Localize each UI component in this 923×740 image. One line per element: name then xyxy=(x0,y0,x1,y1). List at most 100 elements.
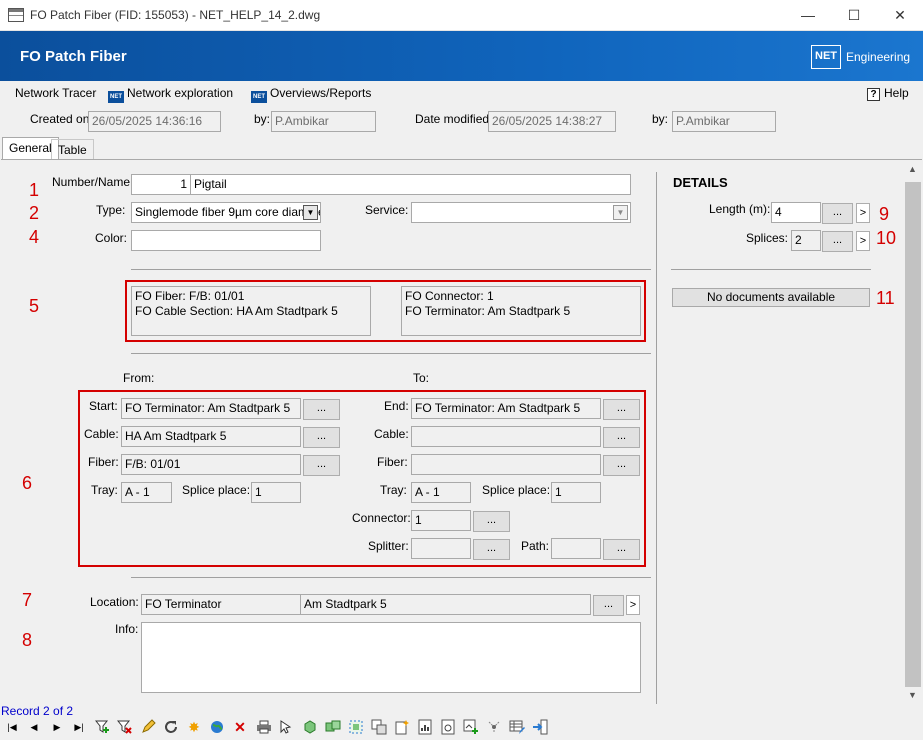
length-arrow-button[interactable]: > xyxy=(856,203,870,223)
from-fiber-field[interactable]: F/B: 01/01 xyxy=(121,454,301,475)
separator xyxy=(131,577,651,578)
copy-icon[interactable] xyxy=(371,719,387,735)
from-fiber-browse-button[interactable]: ... xyxy=(303,455,340,476)
table-edit-icon[interactable] xyxy=(509,719,525,735)
splices-browse-button[interactable]: ... xyxy=(822,231,853,252)
to-tray-label: Tray: xyxy=(380,483,407,497)
connector-field[interactable]: 1 xyxy=(411,510,471,531)
help-icon: ? xyxy=(867,88,880,101)
name-field[interactable]: Pigtail xyxy=(190,174,631,195)
annotation-4: 4 xyxy=(29,227,40,247)
prev-record-icon[interactable]: ◀ xyxy=(26,719,42,735)
to-splice-place-field[interactable]: 1 xyxy=(551,482,601,503)
to-fiber-browse-button[interactable]: ... xyxy=(603,455,640,476)
menu-help[interactable]: ? Help xyxy=(867,86,909,101)
location-arrow-button[interactable]: > xyxy=(626,595,640,615)
filter-remove-icon[interactable] xyxy=(116,719,133,735)
first-record-icon[interactable]: |◀ xyxy=(4,719,20,735)
created-on-field[interactable]: 26/05/2025 14:36:16 xyxy=(88,111,221,132)
length-browse-button[interactable]: ... xyxy=(822,203,853,224)
modified-by-field[interactable]: P.Ambikar xyxy=(672,111,776,132)
to-cable-browse-button[interactable]: ... xyxy=(603,427,640,448)
menu-network-exploration[interactable]: NET Network exploration xyxy=(108,86,233,103)
delete-icon[interactable]: ✕ xyxy=(232,719,248,735)
chevron-down-icon[interactable]: ▼ xyxy=(613,205,628,220)
tab-table[interactable]: Table xyxy=(51,139,94,159)
length-label: Length (m): xyxy=(709,202,771,216)
info-label: Info: xyxy=(115,622,139,636)
type-select[interactable]: Singlemode fiber 9µm core diameter ▼ xyxy=(131,202,321,223)
end-browse-button[interactable]: ... xyxy=(603,399,640,420)
to-cable-label: Cable: xyxy=(374,427,409,441)
new-icon[interactable] xyxy=(394,719,410,735)
start-browse-button[interactable]: ... xyxy=(303,399,340,420)
net-icon: NET xyxy=(108,91,124,103)
cubes-icon[interactable] xyxy=(325,719,341,735)
location-browse-button[interactable]: ... xyxy=(593,595,624,616)
scroll-up-icon[interactable]: ▲ xyxy=(908,164,917,174)
menu-overviews-reports[interactable]: NET Overviews/Reports xyxy=(251,86,371,103)
start-field[interactable]: FO Terminator: Am Stadtpark 5 xyxy=(121,398,301,419)
last-record-icon[interactable]: ▶| xyxy=(71,719,87,735)
edit-icon[interactable] xyxy=(140,719,156,735)
from-cable-field[interactable]: HA Am Stadtpark 5 xyxy=(121,426,301,447)
path-browse-button[interactable]: ... xyxy=(603,539,640,560)
menu-network-tracer[interactable]: Network Tracer xyxy=(15,86,96,100)
service-select[interactable]: ▼ xyxy=(411,202,631,223)
header-banner: FO Patch Fiber NET Engineering xyxy=(0,31,923,81)
end-field[interactable]: FO Terminator: Am Stadtpark 5 xyxy=(411,398,601,419)
splitter-browse-button[interactable]: ... xyxy=(473,539,510,560)
connector-browse-button[interactable]: ... xyxy=(473,511,510,532)
from-tray-field[interactable]: A - 1 xyxy=(121,482,172,503)
splices-arrow-button[interactable]: > xyxy=(856,231,870,251)
maximize-button[interactable]: ☐ xyxy=(831,0,877,31)
from-tray-label: Tray: xyxy=(91,483,118,497)
refresh-icon[interactable] xyxy=(163,719,179,735)
filter-add-icon[interactable] xyxy=(94,719,111,735)
number-field[interactable]: 1 xyxy=(131,174,191,195)
next-record-icon[interactable]: ▶ xyxy=(49,719,65,735)
path-label: Path: xyxy=(521,539,550,553)
report-icon[interactable] xyxy=(417,719,433,735)
connection-left-line1: FO Fiber: F/B: 01/01 xyxy=(135,289,245,303)
close-button[interactable]: ✕ xyxy=(877,0,923,31)
from-splice-place-field[interactable]: 1 xyxy=(251,482,301,503)
date-modified-field[interactable]: 26/05/2025 14:38:27 xyxy=(488,111,616,132)
image-add-icon[interactable] xyxy=(463,719,479,735)
logo-text: Engineering xyxy=(846,50,911,64)
to-cable-field[interactable] xyxy=(411,426,601,447)
info-textarea[interactable] xyxy=(141,622,641,693)
splitter-field[interactable] xyxy=(411,538,471,559)
connection-left-box[interactable]: FO Fiber: F/B: 01/01 FO Cable Section: H… xyxy=(131,286,371,336)
connection-right-box[interactable]: FO Connector: 1 FO Terminator: Am Stadtp… xyxy=(401,286,641,336)
chevron-down-icon[interactable]: ▼ xyxy=(303,205,318,220)
dashed-select-icon[interactable] xyxy=(348,719,364,735)
minimize-button[interactable]: — xyxy=(785,0,831,31)
length-field[interactable]: 4 xyxy=(771,202,821,223)
highlight-icon[interactable]: ✸ xyxy=(186,719,202,735)
print-icon[interactable] xyxy=(256,719,272,735)
from-cable-browse-button[interactable]: ... xyxy=(303,427,340,448)
scrollbar-thumb[interactable] xyxy=(905,182,921,687)
document-icon[interactable] xyxy=(440,719,456,735)
select-cursor-icon[interactable] xyxy=(278,719,294,735)
location-field-2[interactable]: Am Stadtpark 5 xyxy=(300,594,591,615)
network-icon[interactable] xyxy=(486,719,502,735)
vertical-scrollbar[interactable]: ▲ ▼ xyxy=(904,160,922,705)
number-name-label: Number/Name: xyxy=(52,175,134,189)
color-field[interactable] xyxy=(131,230,321,251)
to-tray-field[interactable]: A - 1 xyxy=(411,482,471,503)
annotation-11: 11 xyxy=(876,288,895,308)
exit-icon[interactable] xyxy=(532,719,548,735)
created-by-field[interactable]: P.Ambikar xyxy=(271,111,376,132)
splices-field[interactable]: 2 xyxy=(791,230,821,251)
record-counter: Record 2 of 2 xyxy=(1,704,74,718)
banner-title: FO Patch Fiber xyxy=(20,48,127,65)
path-field[interactable] xyxy=(551,538,601,559)
cube-icon[interactable] xyxy=(302,719,318,735)
menu-network-exploration-label: Network exploration xyxy=(127,86,234,100)
location-field-1[interactable]: FO Terminator xyxy=(141,594,301,615)
to-fiber-field[interactable] xyxy=(411,454,601,475)
scroll-down-icon[interactable]: ▼ xyxy=(908,690,917,700)
globe-icon[interactable] xyxy=(209,719,225,735)
